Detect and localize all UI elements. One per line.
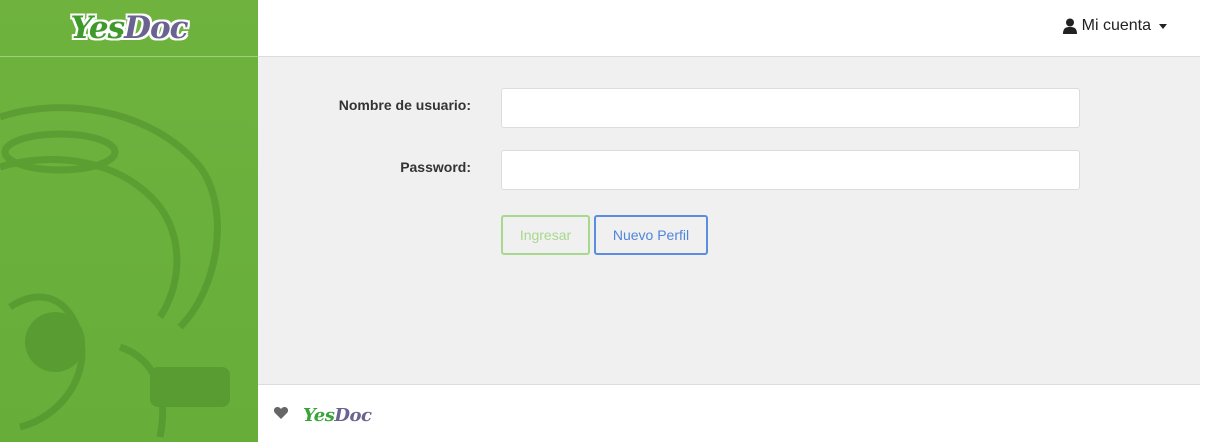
brand-logo-doc: Doc bbox=[124, 10, 188, 46]
footer-logo-doc: Doc bbox=[334, 405, 372, 426]
chevron-down-icon bbox=[1159, 23, 1167, 29]
footer: YesDoc bbox=[258, 384, 1200, 442]
stethoscope-background-image bbox=[0, 104, 230, 438]
password-label: Password: bbox=[400, 159, 471, 175]
brand-logo[interactable]: YesDoc bbox=[70, 10, 188, 46]
new-profile-button[interactable]: Nuevo Perfil bbox=[594, 215, 708, 255]
login-button[interactable]: Ingresar bbox=[501, 215, 590, 255]
top-navbar: Mi cuenta bbox=[258, 0, 1205, 57]
account-label: Mi cuenta bbox=[1081, 17, 1151, 34]
login-panel: Nombre de usuario: Password: Ingresar Nu… bbox=[258, 58, 1200, 384]
password-input[interactable] bbox=[501, 150, 1080, 190]
username-label: Nombre de usuario: bbox=[338, 97, 471, 113]
heart-icon bbox=[274, 407, 288, 419]
sidebar-logo-bar: YesDoc bbox=[0, 0, 258, 57]
username-input[interactable] bbox=[501, 88, 1080, 128]
footer-logo-yes: Yes bbox=[303, 405, 335, 426]
brand-logo-yes: Yes bbox=[70, 10, 125, 46]
footer-logo: YesDoc bbox=[303, 405, 372, 426]
user-icon bbox=[1062, 18, 1077, 34]
page-scrollbar[interactable] bbox=[1200, 0, 1205, 442]
account-menu[interactable]: Mi cuenta bbox=[1062, 17, 1167, 35]
sidebar: YesDoc bbox=[0, 0, 258, 442]
